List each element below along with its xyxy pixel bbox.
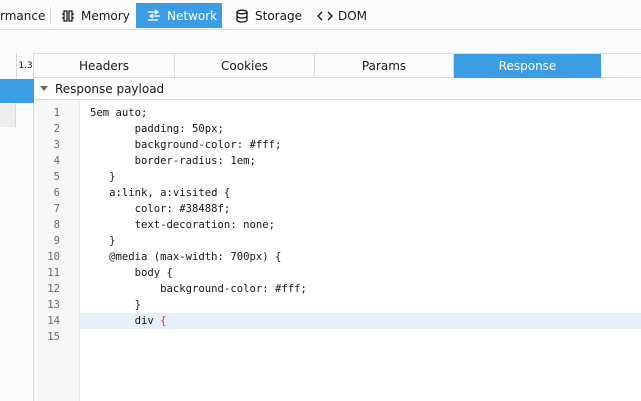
line-code: color: #38488f;: [90, 203, 231, 215]
memory-icon: [60, 8, 76, 24]
code-line: 13 }: [34, 297, 641, 313]
tab-network[interactable]: Network: [136, 3, 222, 28]
line-code: div {: [90, 313, 167, 329]
line-number: 9: [53, 235, 60, 247]
tab-cookies[interactable]: Cookies: [175, 54, 315, 78]
line-number: 6: [53, 187, 60, 199]
line-number: 13: [47, 299, 60, 311]
network-icon: [146, 8, 162, 24]
matched-brace: {: [160, 315, 167, 327]
tab-storage-label: Storage: [255, 8, 302, 23]
line-number: 8: [53, 219, 60, 231]
code-line: 7 color: #38488f;: [34, 201, 641, 217]
tab-performance-label: rmance: [0, 8, 46, 23]
line-number: 14: [47, 315, 60, 327]
toolbar-spacer: [0, 31, 641, 53]
line-code: }: [90, 299, 142, 311]
detail-tabs: Headers Cookies Params Response: [34, 53, 641, 78]
collapse-triangle-icon[interactable]: [40, 86, 48, 91]
line-code: border-radius: 1em;: [90, 155, 256, 167]
devtools-toolbar: rmance Memory Network Storage DOM: [0, 0, 641, 30]
code-line: 2 padding: 50px;: [34, 121, 641, 137]
code-line: 3 background-color: #fff;: [34, 137, 641, 153]
current-code-line: 14 div {: [34, 313, 641, 329]
line-code: @media (max-width: 700px) {: [90, 251, 282, 263]
tab-response[interactable]: Response: [454, 54, 601, 78]
line-code: }: [90, 235, 116, 247]
tab-memory[interactable]: Memory: [52, 3, 136, 28]
line-number: 11: [47, 267, 60, 279]
code-line: 8 text-decoration: none;: [34, 217, 641, 233]
section-title: Response payload: [55, 81, 165, 96]
line-code: padding: 50px;: [90, 123, 224, 135]
code-editor[interactable]: 1 5em auto; 2 padding: 50px; 3 backgroun…: [34, 101, 641, 401]
line-number: 4: [53, 155, 60, 167]
code-line: 11 body {: [34, 265, 641, 281]
request-list-cell: 1.3: [16, 53, 34, 78]
tab-headers[interactable]: Headers: [34, 54, 175, 78]
tab-memory-label: Memory: [81, 8, 130, 23]
dom-icon: [317, 8, 333, 24]
tab-performance[interactable]: rmance: [0, 3, 48, 28]
line-number: 3: [53, 139, 60, 151]
request-row[interactable]: [0, 103, 16, 127]
tab-storage[interactable]: Storage: [226, 3, 306, 28]
code-line: 4 border-radius: 1em;: [34, 153, 641, 169]
line-code: a:link, a:visited {: [90, 187, 231, 199]
line-code: text-decoration: none;: [90, 219, 275, 231]
tab-dom[interactable]: DOM: [309, 3, 375, 28]
line-code: background-color: #fff;: [90, 283, 307, 295]
tab-network-label: Network: [167, 8, 218, 23]
line-number: 5: [53, 171, 60, 183]
line-number: 1: [53, 107, 60, 119]
code-line: 10 @media (max-width: 700px) {: [34, 249, 641, 265]
line-code: 5em auto;: [90, 107, 148, 119]
tab-dom-label: DOM: [338, 8, 368, 23]
line-code-text: div: [90, 315, 161, 327]
code-line: 5 }: [34, 169, 641, 185]
code-line: 12 background-color: #fff;: [34, 281, 641, 297]
selected-request-row[interactable]: [0, 79, 34, 103]
tab-params[interactable]: Params: [315, 54, 454, 78]
code-line: 6 a:link, a:visited {: [34, 185, 641, 201]
line-number: 12: [47, 283, 60, 295]
line-code: background-color: #fff;: [90, 139, 282, 151]
line-number: 10: [47, 251, 60, 263]
line-number: 2: [53, 123, 60, 135]
code-line: 1 5em auto;: [34, 105, 641, 121]
response-payload-header[interactable]: Response payload: [34, 78, 641, 100]
line-number: 15: [47, 331, 60, 343]
line-code: }: [90, 171, 116, 183]
code-line: 15: [34, 329, 641, 345]
request-list-panel: 1.3: [0, 53, 34, 401]
line-number: 7: [53, 203, 60, 215]
toolbar-divider: [50, 7, 51, 25]
storage-icon: [234, 8, 250, 24]
code-line: 9 }: [34, 233, 641, 249]
line-code: body {: [90, 267, 173, 279]
